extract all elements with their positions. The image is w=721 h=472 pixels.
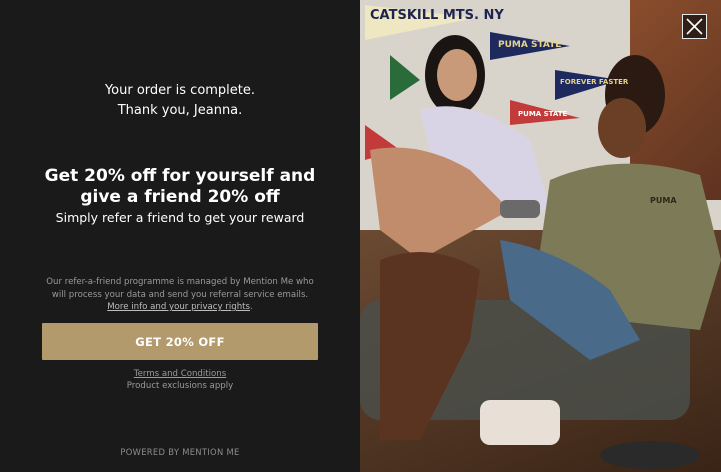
man-face — [598, 98, 646, 158]
privacy-notice: Our refer-a-friend programme is managed … — [45, 276, 315, 314]
exclusions-text: Product exclusions apply — [126, 381, 234, 391]
order-complete-text: Your order is complete. — [104, 83, 256, 98]
thank-you-text: Thank you, Jeanna. — [117, 103, 243, 118]
lifestyle-photo: CATSKILL MTS. NY PUMA STATE FOREVER FAST… — [360, 0, 721, 472]
game-controller — [500, 200, 540, 218]
pennant-puma-state-text: PUMA STATE — [498, 40, 562, 50]
pennant-red-text: PUMA STATE — [518, 110, 568, 118]
plate — [600, 441, 700, 469]
offer-panel: Your order is complete. Thank you, Jeann… — [0, 0, 360, 472]
pennant-green — [390, 55, 420, 100]
close-button[interactable] — [682, 14, 707, 39]
powered-by-text: POWERED BY MENTION ME — [120, 447, 240, 457]
shirt-logo-text: PUMA — [650, 196, 677, 205]
privacy-notice-text: Our refer-a-friend programme is managed … — [46, 277, 314, 300]
photo-illustration — [365, 5, 721, 469]
pennant-forever-faster-text: FOREVER FASTER — [560, 78, 629, 86]
offer-headline: Get 20% off for yourself and give a frie… — [44, 166, 316, 207]
man-legs — [380, 252, 480, 440]
privacy-notice-period: . — [250, 302, 253, 312]
get-discount-button[interactable]: GET 20% OFF — [42, 323, 318, 360]
woman-face — [437, 49, 477, 101]
close-icon — [686, 18, 703, 35]
referral-modal: Your order is complete. Thank you, Jeann… — [0, 0, 721, 472]
sneaker — [480, 400, 560, 445]
pennant-catskill-text: CATSKILL MTS. NY — [370, 8, 504, 23]
offer-subline: Simply refer a friend to get your reward — [55, 210, 305, 225]
privacy-info-link[interactable]: More info and your privacy rights — [107, 302, 250, 312]
terms-link[interactable]: Terms and Conditions — [0, 369, 360, 379]
